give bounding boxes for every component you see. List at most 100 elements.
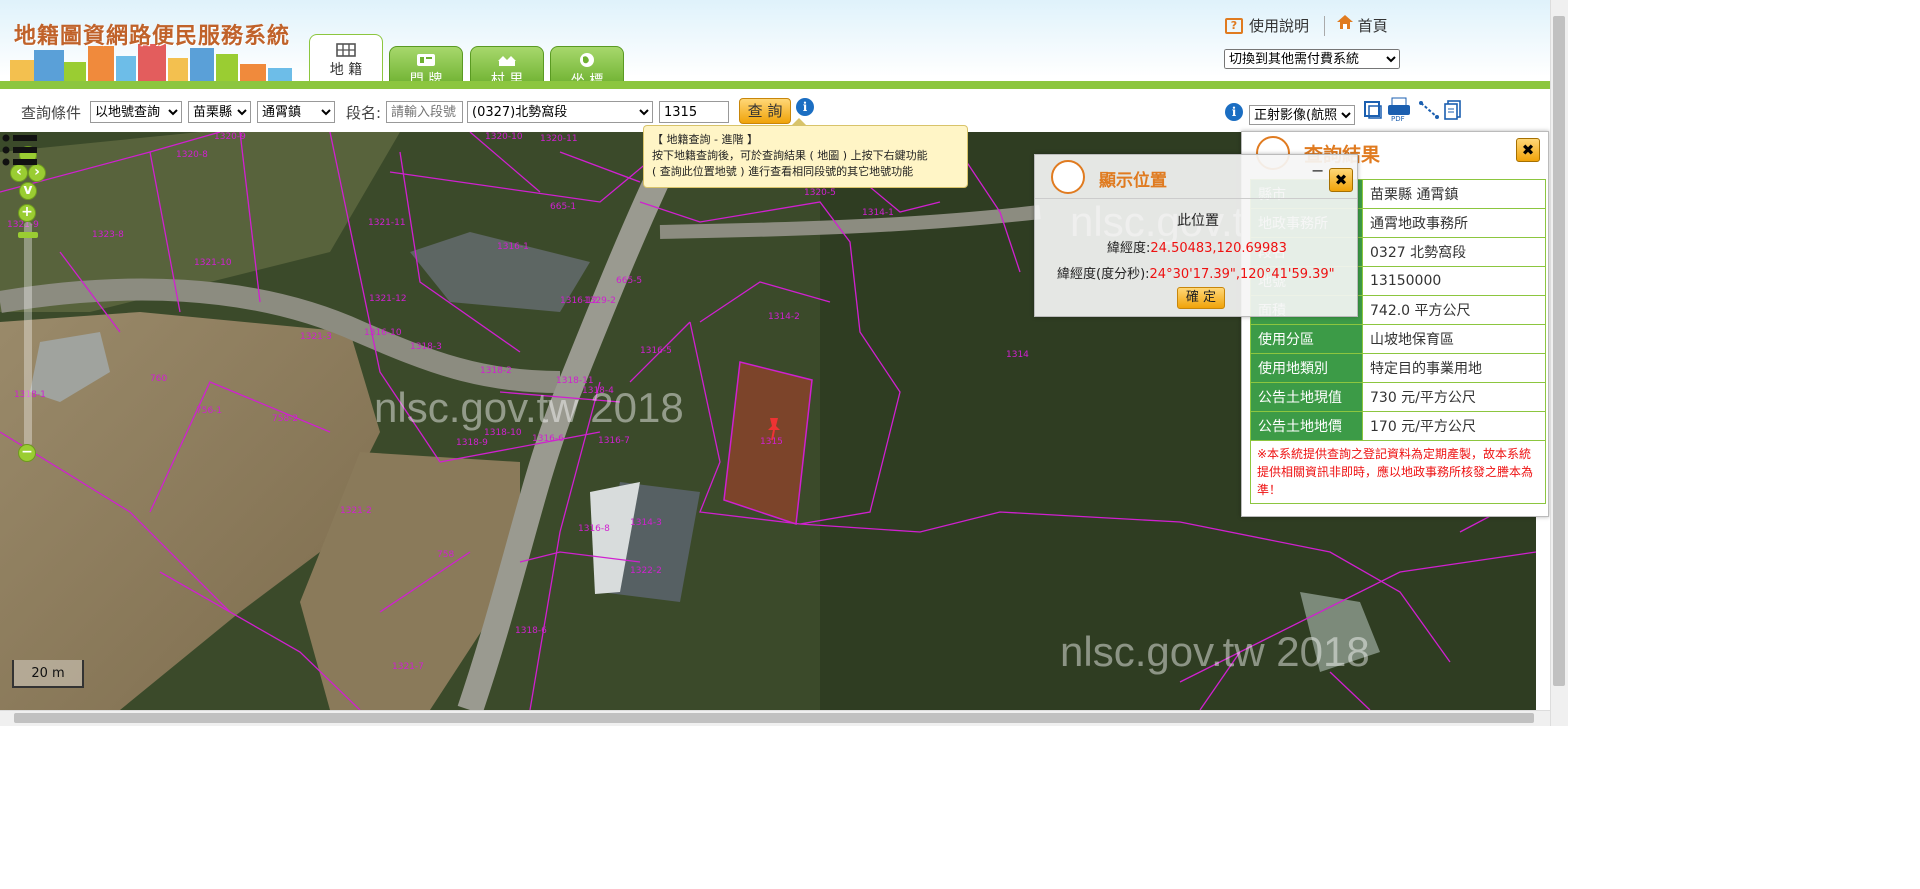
result-value: 通霄地政事務所 [1362, 208, 1546, 238]
tab-village[interactable]: 村 里 [470, 46, 544, 88]
header-divider-bar [0, 81, 1550, 89]
close-result-button[interactable]: ✖ [1516, 138, 1540, 162]
parcel-number-label: 760 [150, 374, 168, 384]
parcel-number-label: 1316-7 [598, 436, 630, 446]
help-icon[interactable]: ? [1225, 17, 1243, 34]
dms-value: 24°30'17.39",120°41'59.39" [1149, 267, 1335, 282]
zoom-in-icon[interactable]: + [18, 204, 36, 222]
town-select[interactable]: 通霄鎮 [257, 101, 335, 123]
close-position-button[interactable]: ✖ [1329, 168, 1353, 192]
condition-label: 查詢條件 [21, 104, 82, 122]
vertical-scroll-thumb[interactable] [1553, 16, 1565, 686]
doorplate-icon [417, 54, 435, 66]
zoom-out-icon[interactable]: − [18, 444, 36, 462]
result-row: 公告土地地價 170 元/平方公尺 [1250, 411, 1546, 441]
city-skyline-graphic [0, 44, 300, 84]
result-row: 使用地類別 特定目的事業用地 [1250, 353, 1546, 383]
parcel-number-label: 1323-8 [92, 230, 124, 240]
document-icon[interactable] [1442, 99, 1464, 121]
parcel-number-label: 1318-9 [456, 438, 488, 448]
parcel-number-label: 1329-2 [584, 296, 616, 306]
tab-label: 地 籍 [329, 62, 363, 78]
result-notice: ※本系統提供查詢之登記資料為定期產製，故本系統提供相關資訊非即時，應以地政事務所… [1250, 440, 1546, 504]
latlon-row: 緯經度:24.50483,120.69983 [1107, 237, 1287, 256]
horizontal-scroll-thumb[interactable] [14, 713, 1534, 723]
window-icon[interactable] [1362, 99, 1384, 121]
parcel-number-label: 1318-3 [410, 342, 442, 352]
parcel-number-label: 1314-3 [630, 518, 662, 528]
result-notice-row: ※本系統提供查詢之登記資料為定期產製，故本系統提供相關資訊非即時，應以地政事務所… [1250, 440, 1546, 504]
village-icon [498, 56, 516, 66]
dialog-header: 顯示位置 − ✖ [1035, 155, 1357, 199]
result-value: 742.0 平方公尺 [1362, 295, 1546, 325]
parcel-number-label: 1321-9 [7, 220, 39, 230]
result-value: 苗栗縣 通霄鎮 [1362, 179, 1546, 209]
parcel-number-label: 1315 [760, 437, 783, 447]
tooltip-line: 按下地籍查詢後，可於查詢結果 ( 地圖 ) 上按下右鍵功能 [652, 149, 928, 162]
map-icon [336, 43, 356, 57]
measure-icon[interactable] [1418, 99, 1440, 121]
pdf-print-icon[interactable]: PDF [1386, 97, 1414, 123]
parcel-number-label: 758-2 [272, 414, 299, 424]
home-icon[interactable] [1336, 14, 1354, 30]
imagery-select[interactable]: 正射影像(航照 [1249, 105, 1355, 125]
result-row: 公告土地現值 730 元/平方公尺 [1250, 382, 1546, 412]
result-key: 公告土地地價 [1250, 411, 1363, 441]
query-button[interactable]: 查 詢 [739, 98, 791, 124]
watermark: nlsc.gov.tw 2018 [1060, 628, 1370, 675]
tooltip-line: ( 查詢此位置地號 ) 進行查看相同段號的其它地號功能 [652, 165, 914, 178]
imagery-info-icon[interactable]: i [1225, 103, 1243, 121]
parcel-number-label: 1320-9 [214, 132, 246, 142]
section-label: 段名: [346, 104, 382, 122]
parcel-number-label: 665-5 [616, 276, 643, 286]
section-select[interactable]: (0327)北勢窩段 [467, 101, 653, 123]
tooltip-title: 【 地籍查詢 - 進階 】 [652, 133, 758, 146]
parcel-number-label: 758 [437, 550, 455, 560]
result-key: 公告土地現值 [1250, 382, 1363, 412]
pan-down-icon[interactable]: v [19, 182, 37, 200]
parcel-number-label: 1320-10 [485, 132, 523, 142]
ok-button[interactable]: 確 定 [1177, 287, 1225, 309]
dms-row: 緯經度(度分秒):24°30'17.39",120°41'59.39" [1057, 263, 1335, 282]
parcel-number-label: 1318-6 [515, 626, 547, 636]
parcel-number-label: 1316-10 [364, 328, 402, 338]
layers-list-icon[interactable] [0, 132, 40, 168]
result-row: 使用分區 山坡地保育區 [1250, 324, 1546, 354]
parcel-number-input[interactable] [659, 101, 729, 123]
switch-system-select[interactable]: 切換到其他需付費系統 [1224, 49, 1400, 69]
parcel-number-label: 1321-10 [194, 258, 232, 268]
parcel-number-label: 1316-1 [497, 242, 529, 252]
parcel-number-label: 1320-8 [176, 150, 208, 160]
position-heading: 此位置 [1177, 213, 1219, 229]
globe-icon [580, 53, 594, 67]
section-number-input[interactable] [386, 101, 463, 123]
result-value: 0327 北勢窩段 [1362, 237, 1546, 267]
tab-doorplate[interactable]: 門 牌 [389, 46, 463, 88]
header: 地籍圖資網路便民服務系統 地 籍 門 牌 村 里 坐 標 ? 使用說明 [0, 0, 1550, 90]
parcel-number-label: 1316-6 [532, 434, 564, 444]
zoom-slider[interactable] [24, 222, 32, 446]
watermark: nlsc.gov.tw 2018 [374, 384, 684, 431]
position-icon [1051, 160, 1085, 194]
latlon-value: 24.50483,120.69983 [1150, 241, 1287, 256]
parcel-number-label: 1320-5 [804, 188, 836, 198]
zoom-slider-handle[interactable] [18, 232, 38, 238]
result-value: 13150000 [1362, 266, 1546, 296]
parcel-number-label: 1316-5 [640, 346, 672, 356]
latlon-label: 緯經度: [1107, 241, 1151, 256]
query-mode-select[interactable]: 以地號查詢 [90, 101, 182, 123]
parcel-number-label: 1314-2 [768, 312, 800, 322]
parcel-number-label: 1321-2 [340, 506, 372, 516]
info-icon[interactable]: i [796, 98, 814, 116]
home-link[interactable]: 首頁 [1358, 17, 1388, 35]
dms-label: 緯經度(度分秒): [1057, 267, 1150, 282]
result-value: 730 元/平方公尺 [1362, 382, 1546, 412]
minimize-button[interactable]: − [1311, 161, 1324, 180]
parcel-number-label: 1318-2 [480, 366, 512, 376]
parcel-number-label: 1322-2 [630, 566, 662, 576]
advanced-query-tooltip: 【 地籍查詢 - 進階 】 按下地籍查詢後，可於查詢結果 ( 地圖 ) 上按下右… [643, 118, 968, 188]
parcel-number-label: 665-1 [550, 202, 577, 212]
tab-coordinates[interactable]: 坐 標 [550, 46, 624, 89]
county-select[interactable]: 苗栗縣 [188, 101, 251, 123]
help-link[interactable]: 使用說明 [1249, 17, 1309, 35]
